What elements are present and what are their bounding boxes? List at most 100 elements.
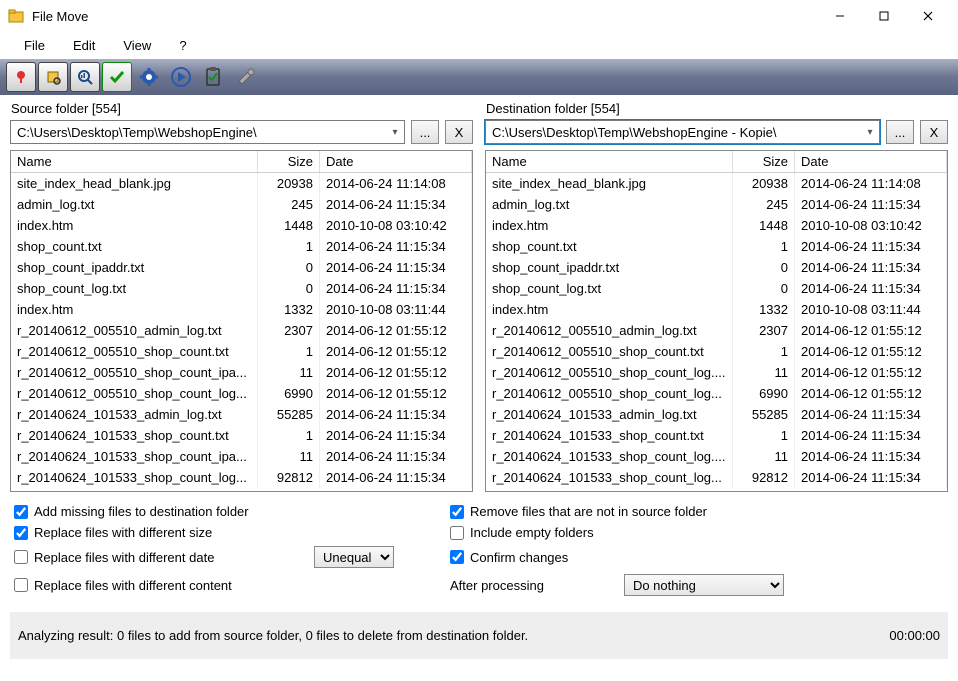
chevron-down-icon[interactable]: ▾ (386, 127, 404, 138)
file-size: 20938 (258, 173, 320, 194)
source-browse-button[interactable]: ... (411, 120, 439, 144)
file-row[interactable]: r_20140612_005510_shop_count_ipa...11201… (11, 362, 472, 383)
source-file-list[interactable]: Name Size Date site_index_head_blank.jpg… (10, 150, 473, 492)
date-mode-select[interactable]: Unequal (314, 546, 394, 568)
file-date: 2014-06-24 11:15:34 (795, 404, 947, 425)
file-date: 2014-06-24 11:15:34 (320, 278, 472, 299)
file-row[interactable]: r_20140624_101533_shop_count_log...92812… (486, 467, 947, 488)
after-processing-select[interactable]: Do nothing (624, 574, 784, 596)
toolbar (0, 59, 958, 95)
file-row[interactable]: index.htm14482010-10-08 03:10:42 (11, 215, 472, 236)
file-row[interactable]: r_20140612_005510_shop_count_log...69902… (486, 383, 947, 404)
col-size[interactable]: Size (258, 151, 320, 172)
toolbar-btn-2[interactable] (38, 62, 68, 92)
file-name: r_20140612_005510_admin_log.txt (11, 320, 258, 341)
file-row[interactable]: r_20140624_101533_shop_count_log....1120… (486, 446, 947, 467)
file-row[interactable]: r_20140612_005510_shop_count_log...69902… (11, 383, 472, 404)
file-row[interactable]: shop_count.txt12014-06-24 11:15:34 (486, 236, 947, 257)
opt-remove-extra[interactable]: Remove files that are not in source fold… (424, 504, 944, 519)
file-row[interactable]: shop_count_ipaddr.txt02014-06-24 11:15:3… (486, 257, 947, 278)
file-row[interactable]: r_20140612_005510_shop_count.txt12014-06… (11, 341, 472, 362)
file-name: r_20140612_005510_shop_count.txt (11, 341, 258, 362)
opt-replace-content[interactable]: Replace files with different content (14, 578, 314, 593)
file-row[interactable]: r_20140624_101533_shop_count.txt12014-06… (486, 425, 947, 446)
col-date[interactable]: Date (795, 151, 947, 172)
file-row[interactable]: r_20140624_101533_admin_log.txt552852014… (11, 404, 472, 425)
file-size: 245 (258, 194, 320, 215)
file-size: 1332 (733, 299, 795, 320)
file-size: 1332 (258, 299, 320, 320)
file-row[interactable]: shop_count_ipaddr.txt02014-06-24 11:15:3… (11, 257, 472, 278)
options-panel: Add missing files to destination folder … (0, 492, 958, 602)
file-row[interactable]: r_20140624_101533_shop_count_ipa...11201… (11, 446, 472, 467)
file-row[interactable]: site_index_head_blank.jpg209382014-06-24… (486, 173, 947, 194)
file-size: 2307 (733, 320, 795, 341)
opt-replace-date[interactable]: Replace files with different date (14, 550, 314, 565)
file-row[interactable]: r_20140612_005510_admin_log.txt23072014-… (486, 320, 947, 341)
close-button[interactable] (906, 1, 950, 31)
opt-include-empty[interactable]: Include empty folders (424, 525, 944, 540)
toolbar-play-button[interactable] (166, 62, 196, 92)
file-row[interactable]: shop_count.txt12014-06-24 11:15:34 (11, 236, 472, 257)
menu-edit[interactable]: Edit (61, 34, 107, 57)
toolbar-gear-button[interactable] (134, 62, 164, 92)
file-date: 2014-06-24 11:15:34 (795, 425, 947, 446)
opt-add-missing[interactable]: Add missing files to destination folder (14, 504, 314, 519)
toolbar-analyze-button[interactable] (70, 62, 100, 92)
maximize-button[interactable] (862, 1, 906, 31)
toolbar-settings-button[interactable] (230, 62, 260, 92)
file-name: r_20140624_101533_shop_count.txt (11, 425, 258, 446)
opt-replace-size[interactable]: Replace files with different size (14, 525, 314, 540)
file-date: 2014-06-24 11:15:34 (320, 425, 472, 446)
file-name: r_20140624_101533_admin_log.txt (11, 404, 258, 425)
file-date: 2010-10-08 03:11:44 (795, 299, 947, 320)
file-row[interactable]: shop_count_log.txt02014-06-24 11:15:34 (486, 278, 947, 299)
file-row[interactable]: r_20140624_101533_shop_count_log...92812… (11, 467, 472, 488)
menu-help[interactable]: ? (167, 34, 198, 57)
dest-path-combo[interactable]: ▾ (485, 120, 880, 144)
file-row[interactable]: r_20140624_101533_admin_log.txt552852014… (486, 404, 947, 425)
opt-confirm[interactable]: Confirm changes (424, 550, 944, 565)
source-path-input[interactable] (11, 123, 386, 142)
file-row[interactable]: index.htm13322010-10-08 03:11:44 (486, 299, 947, 320)
col-name[interactable]: Name (486, 151, 733, 172)
source-path-combo[interactable]: ▾ (10, 120, 405, 144)
menu-view[interactable]: View (111, 34, 163, 57)
menu-file[interactable]: File (12, 34, 57, 57)
file-row[interactable]: r_20140612_005510_shop_count_log....1120… (486, 362, 947, 383)
toolbar-clipboard-button[interactable] (198, 62, 228, 92)
file-size: 0 (733, 257, 795, 278)
file-row[interactable]: r_20140624_101533_shop_count.txt12014-06… (11, 425, 472, 446)
titlebar: File Move (0, 0, 958, 32)
file-date: 2014-06-24 11:15:34 (320, 194, 472, 215)
toolbar-btn-1[interactable] (6, 62, 36, 92)
minimize-button[interactable] (818, 1, 862, 31)
file-row[interactable]: admin_log.txt2452014-06-24 11:15:34 (11, 194, 472, 215)
chevron-down-icon[interactable]: ▾ (861, 127, 879, 138)
file-date: 2014-06-24 11:14:08 (795, 173, 947, 194)
dest-clear-button[interactable]: X (920, 120, 948, 144)
dest-path-input[interactable] (486, 123, 861, 142)
dest-browse-button[interactable]: ... (886, 120, 914, 144)
status-time: 00:00:00 (889, 628, 940, 643)
file-row[interactable]: admin_log.txt2452014-06-24 11:15:34 (486, 194, 947, 215)
file-date: 2014-06-12 01:55:12 (320, 341, 472, 362)
file-name: r_20140624_101533_shop_count_log... (11, 467, 258, 488)
file-row[interactable]: index.htm14482010-10-08 03:10:42 (486, 215, 947, 236)
file-date: 2010-10-08 03:10:42 (320, 215, 472, 236)
file-size: 11 (258, 446, 320, 467)
file-row[interactable]: site_index_head_blank.jpg209382014-06-24… (11, 173, 472, 194)
col-name[interactable]: Name (11, 151, 258, 172)
file-row[interactable]: shop_count_log.txt02014-06-24 11:15:34 (11, 278, 472, 299)
file-row[interactable]: r_20140612_005510_admin_log.txt23072014-… (11, 320, 472, 341)
file-row[interactable]: r_20140612_005510_shop_count.txt12014-06… (486, 341, 947, 362)
dest-file-list[interactable]: Name Size Date site_index_head_blank.jpg… (485, 150, 948, 492)
col-size[interactable]: Size (733, 151, 795, 172)
toolbar-apply-button[interactable] (102, 62, 132, 92)
file-name: r_20140624_101533_shop_count.txt (486, 425, 733, 446)
file-name: r_20140624_101533_shop_count_log.... (486, 446, 733, 467)
source-clear-button[interactable]: X (445, 120, 473, 144)
file-row[interactable]: index.htm13322010-10-08 03:11:44 (11, 299, 472, 320)
file-name: shop_count_log.txt (11, 278, 258, 299)
col-date[interactable]: Date (320, 151, 472, 172)
